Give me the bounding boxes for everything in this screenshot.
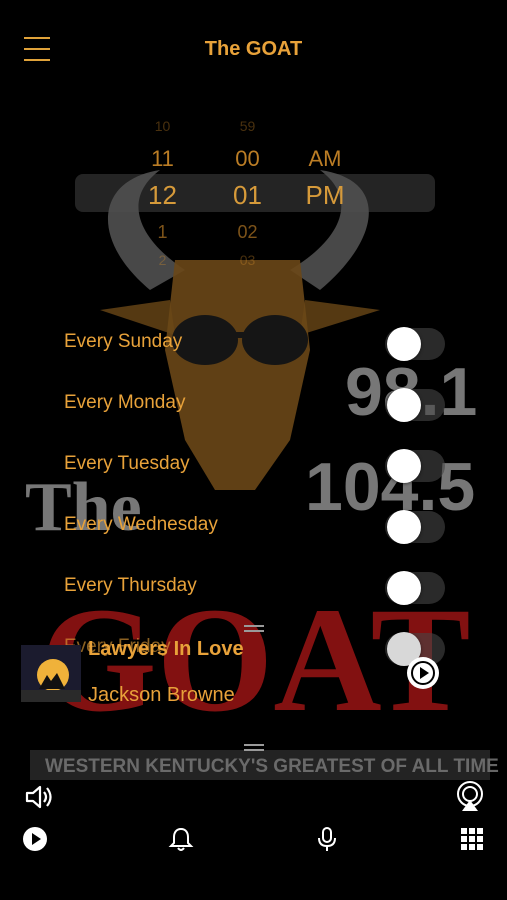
- hour-option[interactable]: 2: [125, 252, 200, 268]
- period-selected[interactable]: PM: [290, 180, 360, 211]
- period-wheel[interactable]: AM PM: [290, 110, 360, 290]
- now-playing-artist: Jackson Browne: [88, 684, 235, 706]
- toggle-thursday[interactable]: [385, 571, 445, 605]
- minute-option[interactable]: 59: [210, 118, 285, 134]
- drag-handle[interactable]: [244, 625, 264, 635]
- day-label-wednesday: Every Wednesday: [64, 514, 218, 535]
- hour-option[interactable]: 10: [125, 118, 200, 134]
- hour-selected[interactable]: 12: [125, 180, 200, 211]
- minute-selected[interactable]: 01: [210, 180, 285, 211]
- toggle-tuesday[interactable]: [385, 449, 445, 483]
- airplay-icon[interactable]: [454, 781, 486, 813]
- day-label-thursday: Every Thursday: [64, 575, 197, 596]
- minute-wheel[interactable]: 59 00 01 02 03: [210, 110, 285, 290]
- toggle-monday[interactable]: [385, 388, 445, 422]
- day-label-sunday: Every Sunday: [64, 331, 183, 352]
- minute-option[interactable]: 00: [210, 146, 285, 172]
- microphone-icon[interactable]: [314, 826, 340, 852]
- volume-icon[interactable]: [24, 783, 54, 811]
- hour-option[interactable]: 1: [125, 222, 200, 243]
- album-art: [21, 645, 81, 702]
- play-icon[interactable]: [22, 826, 48, 852]
- period-option[interactable]: AM: [290, 146, 360, 172]
- day-label-monday: Every Monday: [64, 392, 186, 413]
- toggle-wednesday[interactable]: [385, 510, 445, 544]
- drag-handle[interactable]: [244, 744, 264, 754]
- time-picker[interactable]: 10 11 12 1 2 59 00 01 02 03 AM PM: [75, 110, 435, 290]
- hour-option[interactable]: 11: [125, 146, 200, 172]
- minute-option[interactable]: 03: [210, 252, 285, 268]
- toggle-sunday[interactable]: [385, 327, 445, 361]
- play-button[interactable]: [407, 657, 439, 689]
- day-label-tuesday: Every Tuesday: [64, 453, 190, 474]
- logo-tagline: WESTERN KENTUCKY'S GREATEST OF ALL TIME: [45, 756, 499, 777]
- now-playing-title[interactable]: Lawyers In Love: [88, 638, 244, 661]
- bell-icon[interactable]: [168, 826, 194, 852]
- play-icon: [411, 661, 435, 685]
- page-title: The GOAT: [204, 38, 303, 60]
- hour-wheel[interactable]: 10 11 12 1 2: [125, 110, 200, 290]
- grid-icon[interactable]: [461, 828, 483, 850]
- minute-option[interactable]: 02: [210, 222, 285, 243]
